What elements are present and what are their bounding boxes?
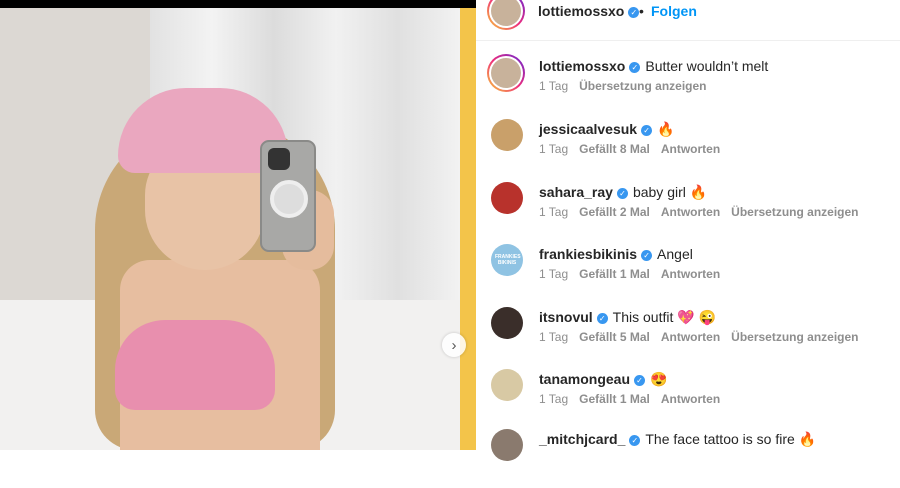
comment-username[interactable]: frankiesbikinis bbox=[539, 246, 637, 262]
comment-item: FRANKIES BIKINIS frankiesbikinis ✓ Angel 1 T… bbox=[476, 241, 900, 303]
comment-time[interactable]: 1 Tag bbox=[539, 142, 568, 156]
author-username[interactable]: lottiemossxo ✓ bbox=[538, 3, 640, 21]
header-separator: • bbox=[639, 3, 644, 19]
comment-meta: 1 Tag Gefällt 1 Mal Antworten bbox=[539, 392, 731, 406]
comment-avatar[interactable] bbox=[491, 182, 523, 214]
comment-likes-button[interactable]: Gefällt 1 Mal bbox=[579, 267, 650, 281]
comment-line: jessicaalvesuk ✓ 🔥 bbox=[539, 121, 675, 138]
verified-icon: ✓ bbox=[634, 375, 646, 386]
photo-top-bar bbox=[0, 0, 476, 8]
comment-time[interactable]: 1 Tag bbox=[539, 267, 568, 281]
verified-icon: ✓ bbox=[628, 7, 640, 18]
translate-button[interactable]: Übersetzung anzeigen bbox=[731, 205, 858, 219]
comment-line: frankiesbikinis ✓ Angel bbox=[539, 246, 693, 262]
comment-item: jessicaalvesuk ✓ 🔥 1 Tag Gefällt 8 Mal Antwor… bbox=[476, 116, 900, 178]
verified-icon: ✓ bbox=[596, 313, 608, 324]
verified-icon: ✓ bbox=[641, 125, 653, 136]
avatar-logo-text: FRANKIES BIKINIS bbox=[495, 254, 521, 266]
translate-button[interactable]: Übersetzung anzeigen bbox=[579, 79, 706, 93]
comments-panel: lottiemossxo ✓ • Folgen lottiemossxo ✓ Butt… bbox=[476, 0, 900, 461]
comment-avatar[interactable] bbox=[491, 369, 523, 401]
comment-username[interactable]: tanamongeau bbox=[539, 371, 630, 387]
comment-username[interactable]: itsnovul bbox=[539, 309, 593, 325]
photo-bikini-top bbox=[115, 320, 275, 410]
comment-line: lottiemossxo ✓ Butter wouldn’t melt bbox=[539, 58, 768, 74]
comment-username[interactable]: lottiemossxo bbox=[539, 58, 625, 74]
comment-item: _mitchjcard_ ✓ The face tattoo is so fire … bbox=[476, 426, 900, 488]
comment-likes-button[interactable]: Gefällt 1 Mal bbox=[579, 392, 650, 406]
verified-icon: ✓ bbox=[616, 188, 628, 199]
comment-line: sahara_ray ✓ baby girl 🔥 bbox=[539, 184, 707, 201]
comment-line: itsnovul ✓ This outfit 💖 😜 bbox=[539, 309, 716, 326]
comment-text: The face tattoo is so fire 🔥 bbox=[645, 431, 817, 447]
comment-likes-button[interactable]: Gefällt 8 Mal bbox=[579, 142, 650, 156]
chevron-right-icon[interactable]: › bbox=[452, 337, 457, 354]
comment-avatar[interactable]: FRANKIES BIKINIS bbox=[491, 244, 523, 276]
comment-item: itsnovul ✓ This outfit 💖 😜 1 Tag Gefällt 5 M… bbox=[476, 304, 900, 366]
comment-meta: 1 Tag Übersetzung anzeigen bbox=[539, 79, 718, 93]
comment-meta: 1 Tag Gefällt 2 Mal Antworten Übersetzung a… bbox=[539, 205, 870, 219]
comment-avatar[interactable] bbox=[487, 54, 525, 92]
next-photo-button[interactable]: › bbox=[442, 333, 466, 357]
comment-avatar[interactable] bbox=[491, 429, 523, 461]
post-photo: › bbox=[0, 0, 476, 450]
translate-button[interactable]: Übersetzung anzeigen bbox=[731, 330, 858, 344]
comment-line: tanamongeau ✓ 😍 bbox=[539, 371, 667, 388]
comment-time[interactable]: 1 Tag bbox=[539, 330, 568, 344]
comment-text: Butter wouldn’t melt bbox=[645, 58, 769, 74]
comment-meta: 1 Tag Gefällt 8 Mal Antworten bbox=[539, 142, 731, 156]
phone-camera bbox=[268, 148, 290, 170]
reply-button[interactable]: Antworten bbox=[661, 267, 720, 281]
comment-time[interactable]: 1 Tag bbox=[539, 79, 568, 93]
comment-username[interactable]: jessicaalvesuk bbox=[539, 121, 637, 137]
comment-time[interactable]: 1 Tag bbox=[539, 392, 568, 406]
post-header: lottiemossxo ✓ • Folgen bbox=[476, 0, 900, 41]
photo-phone bbox=[260, 140, 316, 252]
comment-username[interactable]: sahara_ray bbox=[539, 184, 613, 200]
comment-username[interactable]: _mitchjcard_ bbox=[539, 431, 625, 447]
comment-item: tanamongeau ✓ 😍 1 Tag Gefällt 1 Mal Antworten bbox=[476, 366, 900, 428]
comment-avatar[interactable] bbox=[491, 119, 523, 151]
verified-icon: ✓ bbox=[629, 435, 641, 446]
comment-text: This outfit 💖 😜 bbox=[612, 309, 717, 325]
comment-item: lottiemossxo ✓ Butter wouldn’t melt 1 Tag Üb… bbox=[476, 53, 900, 115]
reply-button[interactable]: Antworten bbox=[661, 330, 720, 344]
comment-text: Angel bbox=[657, 246, 693, 262]
reply-button[interactable]: Antworten bbox=[661, 392, 720, 406]
comment-text: baby girl 🔥 bbox=[632, 184, 708, 200]
comment-meta: 1 Tag Gefällt 5 Mal Antworten Übersetzung a… bbox=[539, 330, 870, 344]
follow-button[interactable]: Folgen bbox=[651, 3, 697, 19]
comment-item: sahara_ray ✓ baby girl 🔥 1 Tag Gefällt 2 Mal… bbox=[476, 179, 900, 241]
comment-text: 😍 bbox=[650, 371, 668, 387]
phone-ring bbox=[270, 180, 308, 218]
comment-meta: 1 Tag Gefällt 1 Mal Antworten bbox=[539, 267, 731, 281]
reply-button[interactable]: Antworten bbox=[661, 205, 720, 219]
author-avatar[interactable] bbox=[487, 0, 525, 30]
reply-button[interactable]: Antworten bbox=[661, 142, 720, 156]
comment-likes-button[interactable]: Gefällt 2 Mal bbox=[579, 205, 650, 219]
comment-line: _mitchjcard_ ✓ The face tattoo is so fire … bbox=[539, 431, 816, 448]
photo-yellow-edge bbox=[460, 8, 476, 450]
comment-likes-button[interactable]: Gefällt 5 Mal bbox=[579, 330, 650, 344]
comment-time[interactable]: 1 Tag bbox=[539, 205, 568, 219]
verified-icon: ✓ bbox=[629, 62, 641, 73]
verified-icon: ✓ bbox=[641, 250, 653, 261]
comment-avatar[interactable] bbox=[491, 307, 523, 339]
comment-text: 🔥 bbox=[657, 121, 675, 137]
